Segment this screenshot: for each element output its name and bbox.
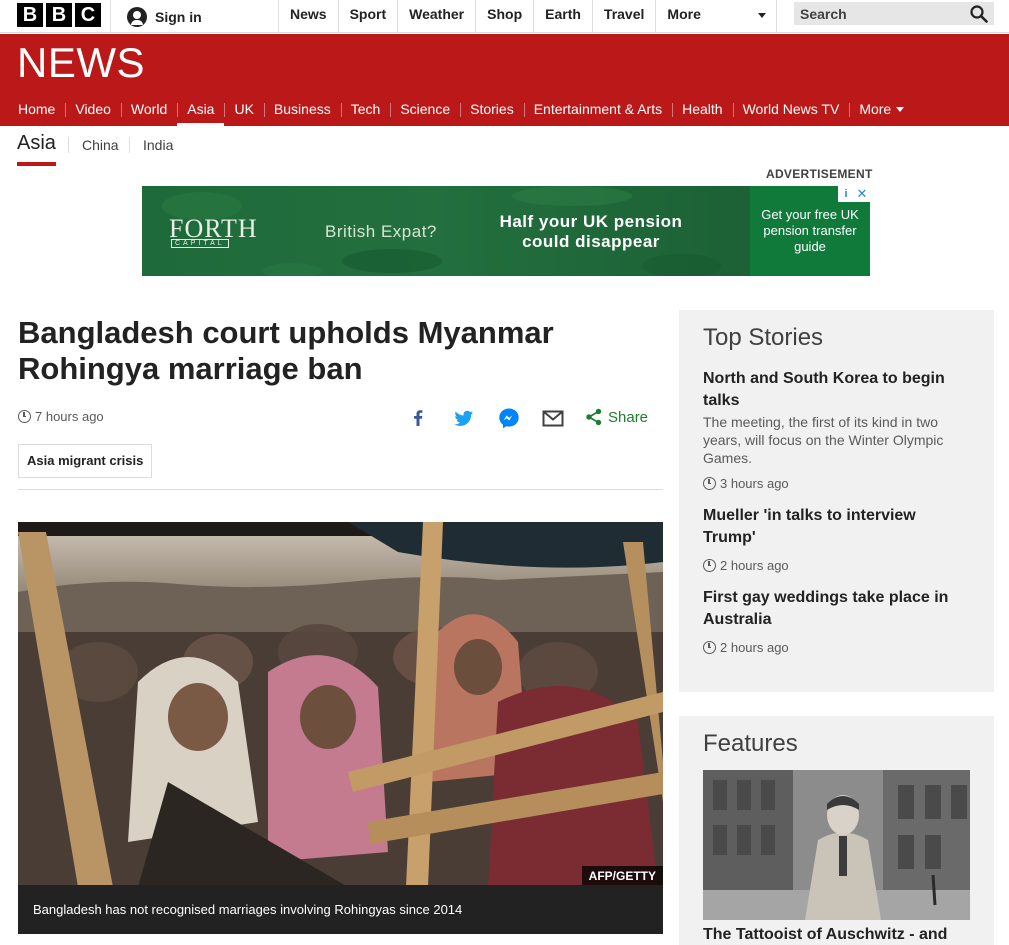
section-subnav: Asia China India xyxy=(0,126,1009,166)
bbc-logo-letter: B xyxy=(17,3,43,27)
forth-capital-logo-sub: CAPITAL xyxy=(171,239,229,248)
share-label: Share xyxy=(608,408,649,426)
divider xyxy=(18,489,663,490)
share-button[interactable]: Share xyxy=(585,408,648,426)
chevron-down-icon xyxy=(896,106,905,112)
facebook-icon[interactable] xyxy=(405,405,431,431)
subnav-divider xyxy=(129,137,130,153)
main-nav-home[interactable]: Home xyxy=(8,92,65,127)
hero-image: AFP/GETTY Bangladesh has not recognised … xyxy=(18,522,663,934)
bbc-logo[interactable]: B B C xyxy=(17,3,101,27)
rohingya-crowd-photo xyxy=(18,522,663,934)
article-headline: Bangladesh court upholds Myanmar Rohingy… xyxy=(18,315,554,386)
news-logo[interactable]: NEWS xyxy=(17,39,145,87)
story-title-link[interactable]: North and South Korea to begin talks xyxy=(703,368,970,412)
clock-icon xyxy=(703,559,716,572)
top-nav: News Sport Weather Shop Earth Travel Mor… xyxy=(278,0,778,33)
topic-tag[interactable]: Asia migrant crisis xyxy=(18,444,153,478)
features-panel: Features The Tattooist of Auschwitz - an… xyxy=(679,716,994,945)
article-timestamp: 7 hours ago xyxy=(18,409,104,424)
story-title-link[interactable]: Mueller 'in talks to interview Trump' xyxy=(703,505,970,549)
bbc-logo-letter: B xyxy=(46,3,72,27)
main-nav-entertainment[interactable]: Entertainment & Arts xyxy=(523,92,672,127)
ad-headline: Half your UK pension could disappear xyxy=(499,212,683,251)
search-box xyxy=(794,2,994,25)
story-timestamp: 3 hours ago xyxy=(703,476,970,491)
advertisement-banner[interactable]: FORTH CAPITAL British Expat? Half your U… xyxy=(142,186,870,276)
top-nav-travel[interactable]: Travel xyxy=(591,0,655,33)
article-time: 7 hours ago xyxy=(35,409,104,424)
ad-choices[interactable]: i ✕ xyxy=(838,186,870,202)
advertisement-label: ADVERTISEMENT xyxy=(766,167,873,181)
top-bar: B B C Sign in News Sport Weather Shop Ea… xyxy=(0,0,1009,33)
feature-image[interactable] xyxy=(703,770,970,920)
story-summary: The meeting, the first of its kind in tw… xyxy=(703,414,944,466)
story-item: North and South Korea to begin talks The… xyxy=(703,368,970,491)
main-nav-business[interactable]: Business xyxy=(263,92,341,127)
top-stories-title: Top Stories xyxy=(703,324,824,351)
main-nav-more[interactable]: More xyxy=(849,92,914,127)
main-nav-more-label: More xyxy=(859,100,892,117)
top-nav-earth[interactable]: Earth xyxy=(533,0,592,33)
main-nav-world[interactable]: World xyxy=(120,92,177,127)
image-credit: AFP/GETTY xyxy=(581,866,663,886)
sign-in-label: Sign in xyxy=(155,8,202,25)
chevron-down-icon xyxy=(758,13,767,18)
search-input[interactable] xyxy=(794,2,962,25)
subnav-current-asia[interactable]: Asia xyxy=(17,132,56,166)
email-icon[interactable] xyxy=(540,405,566,431)
feature-title-link[interactable]: The Tattooist of Auschwitz - and xyxy=(703,924,970,945)
story-item: First gay weddings take place in Austral… xyxy=(703,587,970,655)
messenger-icon[interactable] xyxy=(496,405,522,431)
story-title-link[interactable]: First gay weddings take place in Austral… xyxy=(703,587,970,631)
sign-in-link[interactable]: Sign in xyxy=(110,0,278,33)
story-time: 3 hours ago xyxy=(720,476,789,491)
ad-cta-text: Get your free UK pension transfer guide xyxy=(761,207,859,254)
top-stories-panel: Top Stories North and South Korea to beg… xyxy=(679,310,994,692)
main-nav: Home Video World Asia UK Business Tech S… xyxy=(8,91,914,127)
share-icon xyxy=(586,408,602,426)
share-tools: Share xyxy=(405,405,663,431)
image-caption: Bangladesh has not recognised marriages … xyxy=(18,885,663,934)
subnav-india[interactable]: India xyxy=(143,137,173,153)
ad-expat-text: British Expat? xyxy=(325,222,437,241)
top-nav-more[interactable]: More xyxy=(655,0,778,33)
twitter-icon[interactable] xyxy=(451,405,477,431)
main-nav-video[interactable]: Video xyxy=(65,92,121,127)
main-nav-asia[interactable]: Asia xyxy=(177,92,225,127)
main-nav-tech[interactable]: Tech xyxy=(340,92,391,127)
story-time: 2 hours ago xyxy=(720,640,789,655)
main-nav-stories[interactable]: Stories xyxy=(460,92,524,127)
news-masthead: NEWS Home Video World Asia UK Business T… xyxy=(0,34,1009,127)
main-nav-world-news-tv[interactable]: World News TV xyxy=(732,92,850,127)
bbc-logo-letter: C xyxy=(75,3,101,27)
top-nav-sport[interactable]: Sport xyxy=(337,0,398,33)
story-time: 2 hours ago xyxy=(720,558,789,573)
subnav-china[interactable]: China xyxy=(82,137,119,153)
clock-icon xyxy=(703,641,716,654)
main-nav-science[interactable]: Science xyxy=(390,92,460,127)
top-nav-news[interactable]: News xyxy=(278,0,338,33)
main-nav-health[interactable]: Health xyxy=(672,92,732,127)
main-nav-uk[interactable]: UK xyxy=(224,92,263,127)
features-title: Features xyxy=(703,730,798,757)
ad-info-icon[interactable]: i xyxy=(838,186,854,202)
feature-photo xyxy=(703,770,970,920)
top-nav-weather[interactable]: Weather xyxy=(397,0,475,33)
ad-close-icon[interactable]: ✕ xyxy=(854,186,870,202)
clock-icon xyxy=(18,410,31,423)
subnav-divider xyxy=(68,137,69,153)
user-icon xyxy=(127,6,147,27)
clock-icon xyxy=(703,477,716,490)
search-icon[interactable] xyxy=(970,5,988,23)
story-timestamp: 2 hours ago xyxy=(703,558,970,573)
top-nav-shop[interactable]: Shop xyxy=(475,0,533,33)
story-timestamp: 2 hours ago xyxy=(703,640,970,655)
top-nav-more-label: More xyxy=(667,6,701,22)
story-item: Mueller 'in talks to interview Trump' 2 … xyxy=(703,505,970,573)
